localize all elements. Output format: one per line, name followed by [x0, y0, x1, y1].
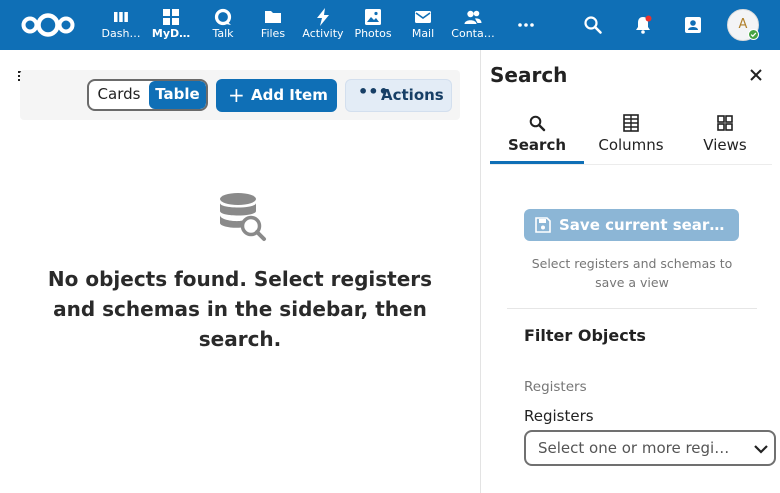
tab-views[interactable]: Views [678, 112, 772, 164]
top-bar: Dash… MyD… Talk Files Activity Photos Ma… [0, 0, 780, 50]
sidebar-title: Search [490, 63, 568, 87]
dashboard-icon [114, 12, 128, 22]
notifications-icon[interactable] [632, 14, 654, 36]
app-photos[interactable]: Photos [348, 4, 398, 46]
nextcloud-logo-icon[interactable] [20, 12, 76, 38]
grid-icon [163, 9, 179, 25]
close-icon[interactable] [747, 66, 765, 84]
contacts-menu-icon[interactable] [682, 14, 704, 36]
app-label: MyD… [151, 27, 191, 40]
save-icon [535, 217, 551, 233]
online-status-icon [748, 29, 759, 40]
search-sidebar: Search Search Columns Views Save current… [480, 50, 780, 493]
more-horizontal-icon[interactable] [515, 14, 537, 36]
avatar[interactable]: A [727, 9, 759, 41]
registers-placeholder: Select one or more regi… [538, 439, 730, 457]
section-divider [507, 308, 757, 309]
tab-columns[interactable]: Columns [584, 112, 678, 164]
view-table-button[interactable]: Table [149, 81, 206, 109]
magnify-icon [529, 115, 546, 132]
database-search-icon [220, 193, 266, 241]
add-item-button[interactable]: + Add Item [216, 79, 337, 112]
columns-icon [623, 114, 639, 132]
lightning-icon [317, 8, 329, 26]
app-mail[interactable]: Mail [398, 4, 448, 46]
app-contacts[interactable]: Conta… [448, 4, 498, 46]
app-label: Files [260, 27, 286, 40]
view-cards-button[interactable]: Cards [89, 81, 149, 109]
search-icon[interactable] [582, 14, 604, 36]
folder-icon [265, 11, 281, 23]
save-view-label: Save current sear… [559, 216, 725, 234]
empty-state-message: No objects found. Select registers and s… [47, 267, 433, 351]
tab-divider [490, 164, 772, 165]
tab-search[interactable]: Search [490, 112, 584, 164]
save-view-button[interactable]: Save current sear… [524, 209, 739, 241]
app-activity[interactable]: Activity [298, 4, 348, 46]
app-dashboard[interactable]: Dash… [96, 4, 146, 46]
add-item-label: Add Item [251, 86, 328, 104]
app-label: Talk [212, 27, 234, 40]
app-label: Photos [354, 27, 392, 40]
registers-select[interactable]: Select one or more regi… [524, 430, 776, 466]
app-label: Conta… [451, 27, 495, 40]
app-label: Dash… [101, 27, 141, 40]
actions-label: Actions [381, 86, 444, 104]
filter-heading: Filter Objects [524, 326, 646, 345]
app-talk[interactable]: Talk [198, 4, 248, 46]
tab-label: Search [507, 136, 567, 154]
registers-label: Registers [524, 407, 594, 425]
tab-label: Columns [598, 136, 664, 154]
views-icon [717, 115, 733, 131]
app-label: Mail [411, 27, 435, 40]
avatar-initial: A [738, 17, 748, 32]
app-files[interactable]: Files [248, 4, 298, 46]
app-label: Activity [302, 27, 344, 40]
app-mydash[interactable]: MyD… [146, 4, 196, 46]
contacts-icon [464, 10, 482, 24]
registers-subheading: Registers [524, 379, 587, 395]
save-view-hint: Select registers and schemas to save a v… [531, 256, 733, 290]
talk-icon [214, 8, 232, 26]
actions-button[interactable]: ••• Actions [345, 79, 452, 112]
tab-label: Views [703, 136, 747, 154]
chevron-down-icon [754, 445, 768, 454]
image-icon [365, 9, 381, 25]
plus-icon: + [228, 83, 245, 107]
mail-icon [415, 11, 431, 23]
view-mode-toggle: Cards Table [87, 79, 208, 111]
